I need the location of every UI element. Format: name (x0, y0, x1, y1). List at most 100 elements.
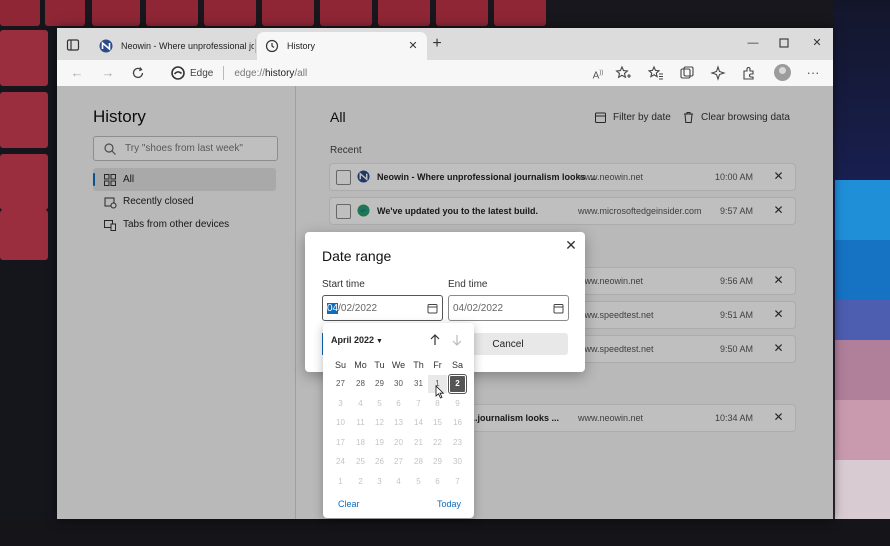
edge-logo-icon (171, 66, 185, 80)
close-window-icon[interactable]: ✕ (809, 35, 825, 51)
more-options-icon[interactable]: ··· (805, 65, 821, 81)
edge-brand-label: Edge (190, 67, 214, 79)
calendar-icon[interactable] (427, 303, 438, 314)
calendar-day[interactable]: 14 (409, 414, 428, 432)
calendar-day[interactable]: 19 (370, 434, 389, 452)
wallpaper-key (0, 0, 40, 26)
wallpaper-key (378, 0, 430, 26)
calendar-day[interactable]: 18 (351, 434, 370, 452)
wallpaper-block (835, 240, 890, 300)
calendar-day[interactable]: 26 (370, 453, 389, 471)
extensions-icon[interactable] (741, 65, 757, 81)
calendar-day[interactable]: 7 (409, 395, 428, 413)
calendar-day[interactable]: 16 (448, 414, 467, 432)
calendar-day[interactable]: 21 (409, 434, 428, 452)
url-host: history (264, 67, 295, 79)
start-date-month: 04 (327, 302, 339, 314)
wallpaper-key (494, 0, 546, 26)
wallpaper-block (835, 400, 890, 460)
tab-history[interactable]: History ✕ (257, 32, 427, 60)
calendar-day[interactable]: 5 (409, 473, 428, 491)
calendar-day[interactable]: 17 (331, 434, 350, 452)
read-aloud-icon[interactable]: A)) (590, 65, 606, 81)
clear-button[interactable]: Clear (338, 499, 360, 509)
calendar-day[interactable]: 13 (389, 414, 408, 432)
previous-month-icon[interactable] (428, 333, 442, 347)
calendar-day[interactable]: 2 (351, 473, 370, 491)
month-selector[interactable]: April 2022 ▼ (331, 335, 383, 345)
wallpaper-block (835, 340, 890, 400)
weekday-header: Tu (374, 360, 385, 370)
calendar-day[interactable]: 3 (370, 473, 389, 491)
tab-actions-icon[interactable] (65, 37, 81, 53)
calendar-day[interactable]: 3 (331, 395, 350, 413)
wallpaper-block (835, 460, 890, 520)
wallpaper-key (262, 0, 314, 26)
profile-avatar[interactable] (774, 64, 791, 81)
calendar-day[interactable]: 30 (389, 375, 408, 393)
minimize-icon[interactable]: — (745, 35, 761, 51)
calendar-day[interactable]: 25 (351, 453, 370, 471)
calendar-day[interactable]: 20 (389, 434, 408, 452)
wallpaper-key (146, 0, 198, 26)
wallpaper-bottom (0, 519, 890, 546)
calendar-day[interactable]: 30 (448, 453, 467, 471)
weekday-header: We (391, 360, 406, 370)
wallpaper-key (92, 0, 140, 26)
calendar-day[interactable]: 10 (331, 414, 350, 432)
end-time-label: End time (448, 279, 488, 290)
calendar-day[interactable]: 9 (448, 395, 467, 413)
wallpaper-key (0, 30, 48, 86)
add-favorite-icon[interactable] (615, 65, 631, 81)
forward-icon[interactable]: → (100, 65, 116, 81)
performance-icon[interactable] (710, 65, 726, 81)
calendar-day[interactable]: 12 (370, 414, 389, 432)
calendar-day[interactable]: 22 (428, 434, 447, 452)
new-tab-icon[interactable]: + (429, 36, 445, 52)
toolbar: ← → Edge edge://history/all A)) ··· (57, 60, 833, 86)
history-icon (265, 39, 279, 53)
weekday-header: Su (334, 360, 346, 370)
calendar-day[interactable]: 29 (428, 453, 447, 471)
calendar-day[interactable]: 2 (448, 374, 467, 394)
tab-neowin[interactable]: Neowin - Where unprofessional journalism… (91, 32, 254, 60)
end-date-input[interactable]: 04/02/2022 (448, 295, 569, 321)
today-button[interactable]: Today (437, 499, 461, 509)
next-month-icon[interactable] (450, 333, 464, 347)
calendar-day[interactable]: 24 (331, 453, 350, 471)
calendar-day[interactable]: 6 (428, 473, 447, 491)
calendar-day[interactable]: 4 (351, 395, 370, 413)
weekday-header: Fr (433, 360, 442, 370)
calendar-day[interactable]: 15 (428, 414, 447, 432)
calendar-day[interactable]: 11 (351, 414, 370, 432)
weekday-header: Mo (354, 360, 367, 370)
calendar-day[interactable]: 4 (389, 473, 408, 491)
calendar-icon[interactable] (553, 303, 564, 314)
close-icon[interactable]: ✕ (563, 237, 579, 253)
weekday-header: Th (413, 360, 424, 370)
calendar-day[interactable]: 23 (448, 434, 467, 452)
close-tab-icon[interactable]: ✕ (407, 40, 419, 52)
back-icon[interactable]: ← (69, 65, 85, 81)
refresh-icon[interactable] (130, 65, 146, 81)
calendar-day[interactable]: 28 (409, 453, 428, 471)
wallpaper-key (204, 0, 256, 26)
address-bar[interactable]: Edge edge://history/all (171, 62, 581, 84)
calendar-day[interactable]: 6 (389, 395, 408, 413)
start-date-input[interactable]: 04/02/2022 (322, 295, 443, 321)
favorites-icon[interactable] (647, 65, 664, 81)
calendar-day[interactable]: 31 (409, 375, 428, 393)
wallpaper-key (0, 154, 48, 210)
calendar-day[interactable]: 29 (370, 375, 389, 393)
neowin-favicon-icon (99, 39, 113, 53)
maximize-icon[interactable] (776, 35, 792, 51)
collections-icon[interactable] (679, 65, 695, 81)
calendar-day[interactable]: 27 (389, 453, 408, 471)
end-date-value: 04/02/2022 (453, 302, 504, 314)
calendar-day[interactable]: 1 (331, 473, 350, 491)
url-scheme: edge:// (234, 67, 265, 79)
calendar-day[interactable]: 27 (331, 375, 350, 393)
calendar-day[interactable]: 28 (351, 375, 370, 393)
calendar-day[interactable]: 7 (448, 473, 467, 491)
calendar-day[interactable]: 5 (370, 395, 389, 413)
